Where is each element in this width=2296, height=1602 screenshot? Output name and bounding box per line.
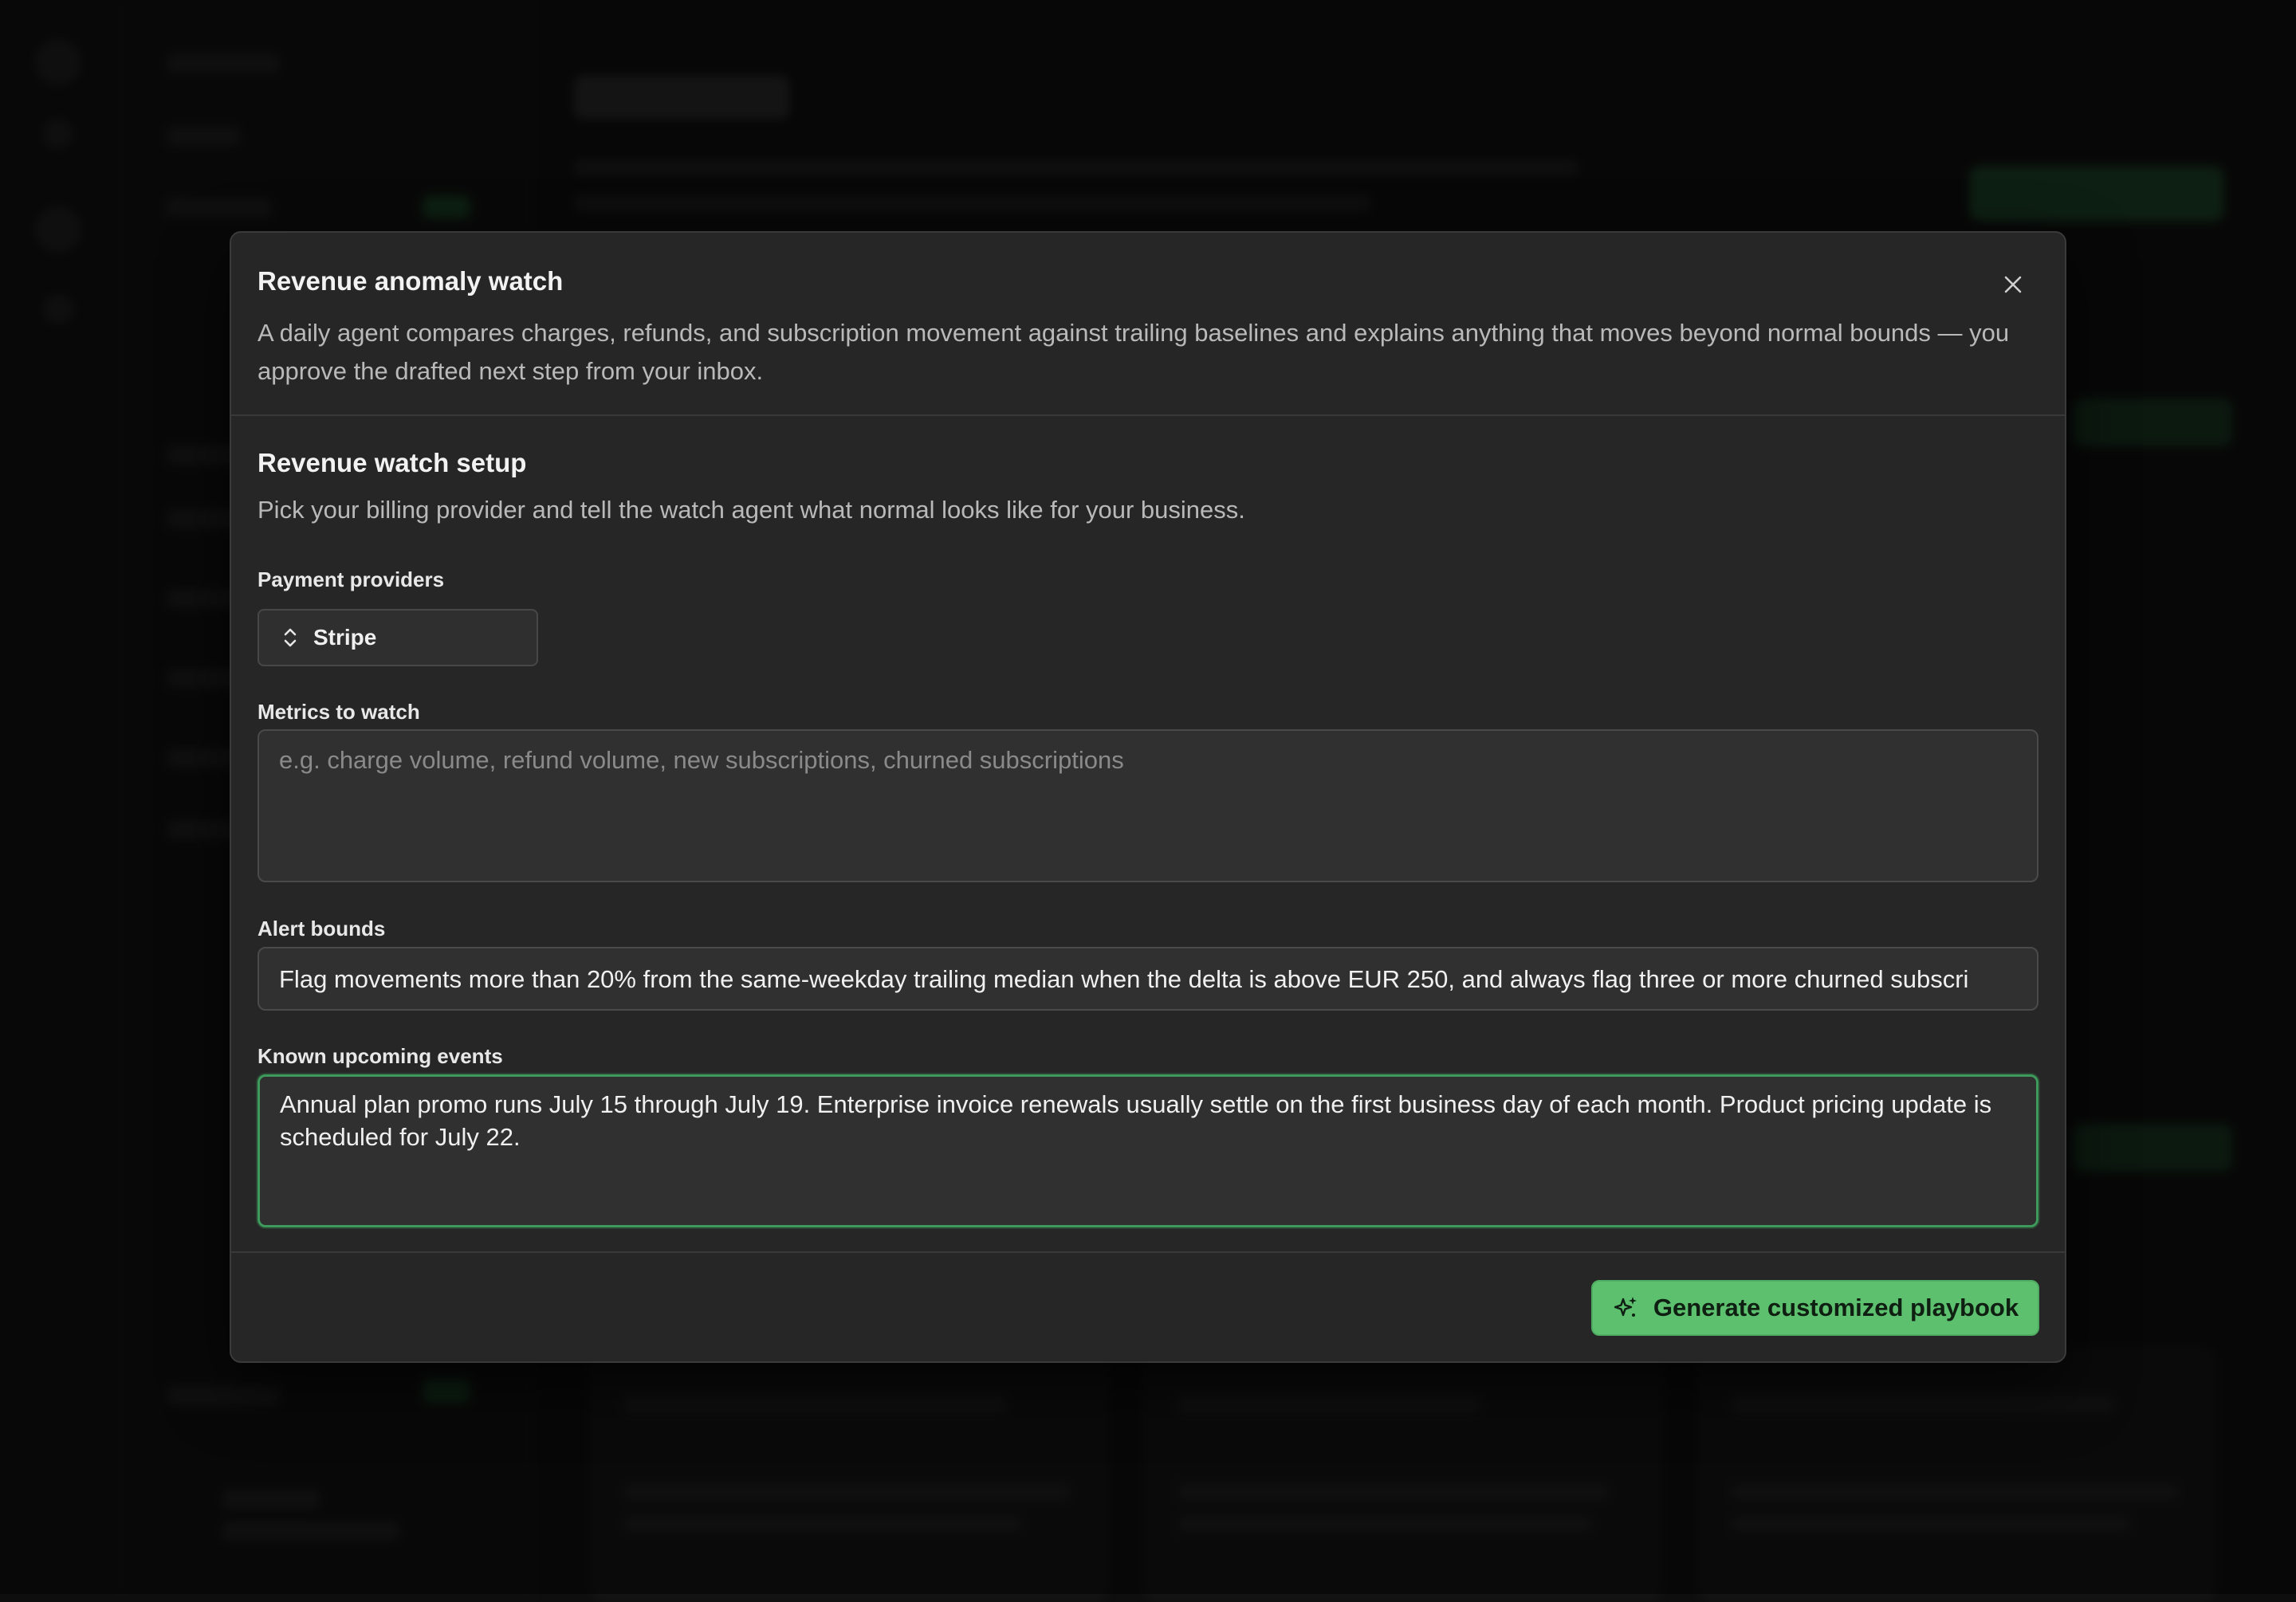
alert-bounds-input[interactable]: Flag movements more than 20% from the sa… bbox=[258, 947, 2038, 1011]
payment-provider-select[interactable]: Stripe bbox=[258, 609, 538, 666]
generate-playbook-button[interactable]: Generate customized playbook bbox=[1591, 1280, 2039, 1336]
close-icon bbox=[2003, 274, 2023, 295]
alert-bounds-label: Alert bounds bbox=[258, 917, 385, 941]
modal-title: Revenue anomaly watch bbox=[258, 266, 563, 296]
setup-subtitle: Pick your billing provider and tell the … bbox=[258, 496, 1245, 524]
upcoming-events-value: Annual plan promo runs July 15 through J… bbox=[280, 1090, 1991, 1151]
upcoming-events-textarea[interactable]: Annual plan promo runs July 15 through J… bbox=[258, 1074, 2038, 1227]
sparkle-icon bbox=[1612, 1294, 1639, 1321]
chevron-up-down-icon bbox=[281, 626, 299, 650]
metrics-label: Metrics to watch bbox=[258, 700, 420, 724]
close-button[interactable] bbox=[1995, 266, 2031, 303]
metrics-textarea[interactable]: e.g. charge volume, refund volume, new s… bbox=[258, 729, 2038, 882]
setup-title: Revenue watch setup bbox=[258, 448, 526, 478]
alert-bounds-value: Flag movements more than 20% from the sa… bbox=[279, 965, 1968, 993]
payment-provider-value: Stripe bbox=[313, 625, 376, 650]
generate-playbook-label: Generate customized playbook bbox=[1653, 1294, 2019, 1322]
revenue-watch-modal: Revenue anomaly watch A daily agent comp… bbox=[230, 231, 2066, 1363]
upcoming-events-label: Known upcoming events bbox=[258, 1044, 503, 1069]
modal-header: Revenue anomaly watch A daily agent comp… bbox=[231, 233, 2065, 416]
modal-footer: Generate customized playbook bbox=[231, 1251, 2065, 1361]
metrics-placeholder: e.g. charge volume, refund volume, new s… bbox=[279, 746, 1124, 774]
payment-providers-label: Payment providers bbox=[258, 567, 444, 592]
modal-description: A daily agent compares charges, refunds,… bbox=[258, 314, 2011, 391]
